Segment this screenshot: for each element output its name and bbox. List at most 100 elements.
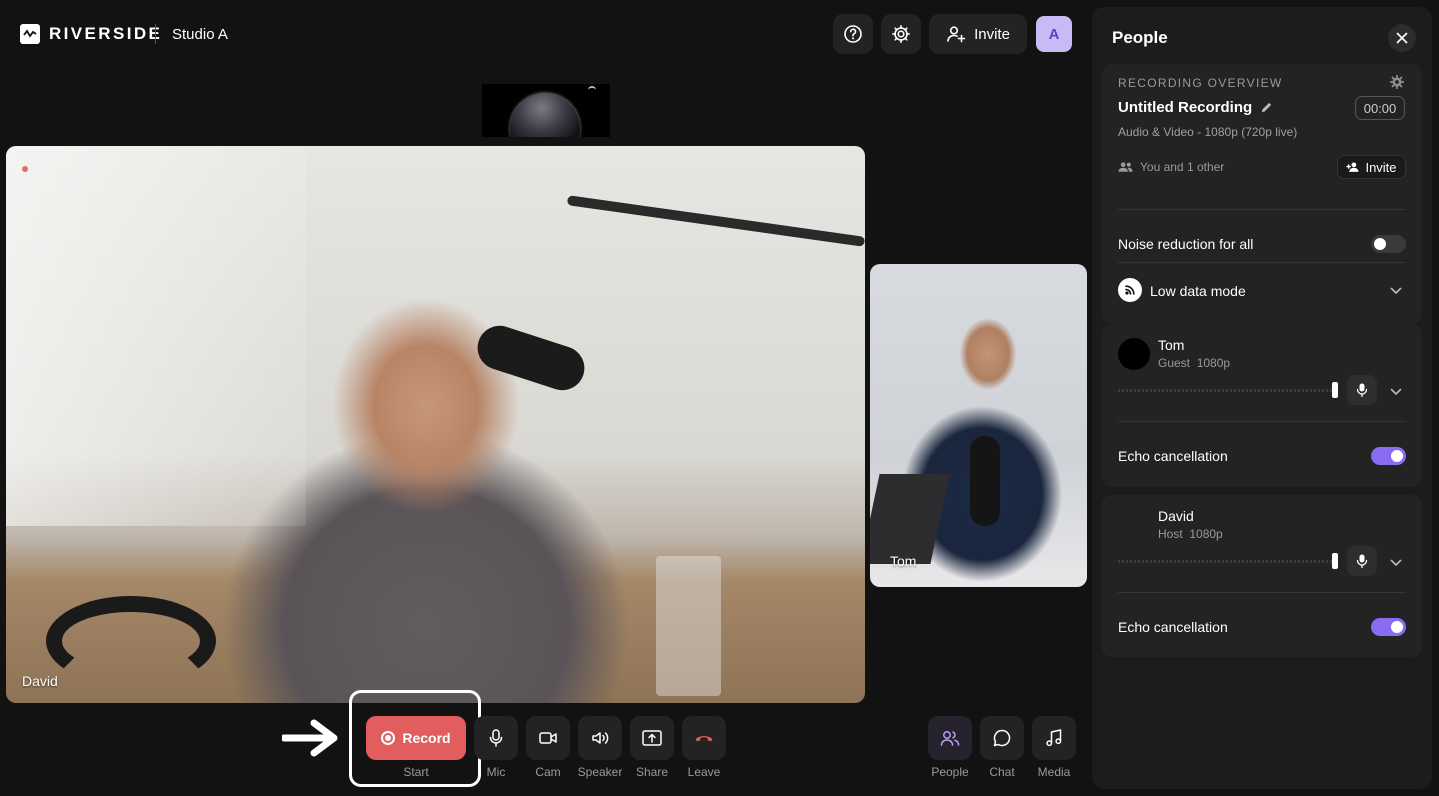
speaker-label: Speaker (577, 765, 623, 779)
participant-quality: 1080p (1196, 356, 1231, 370)
edit-pencil-icon[interactable] (1260, 101, 1273, 114)
overview-settings-icon[interactable] (1390, 75, 1404, 89)
recording-indicator-dot (22, 166, 28, 172)
leave-phone-icon (695, 736, 713, 742)
divider (1118, 421, 1406, 422)
volume-slider[interactable] (1118, 382, 1338, 398)
planet-image (510, 94, 580, 137)
camera-icon (539, 732, 557, 744)
mic-icon (489, 729, 503, 747)
record-caption: Start (403, 765, 429, 779)
glass-image (656, 556, 721, 696)
header-divider (155, 24, 156, 44)
leave-button[interactable] (682, 716, 726, 760)
recording-timer: 00:00 (1355, 96, 1405, 120)
speaker-button[interactable] (578, 716, 622, 760)
participants-count-text: You and 1 other (1140, 160, 1225, 174)
mic-boom-arm (566, 195, 865, 247)
low-data-mode-label[interactable]: Low data mode (1150, 283, 1246, 299)
volume-slider[interactable] (1118, 553, 1338, 569)
people-button[interactable] (928, 716, 972, 760)
mic-label: Mic (486, 765, 506, 779)
studio-name[interactable]: Studio A (172, 26, 228, 43)
guest-microphone-image (970, 436, 1000, 526)
divider (1118, 262, 1406, 263)
add-user-icon (1346, 162, 1359, 172)
close-panel-button[interactable] (1388, 24, 1416, 52)
main-participant-name: David (22, 673, 58, 689)
media-label: Media (1037, 765, 1071, 779)
riverside-logo[interactable]: RIVERSIDE (20, 24, 162, 44)
cam-label: Cam (535, 765, 561, 779)
chat-icon (993, 729, 1011, 747)
record-dot-icon (381, 731, 396, 745)
tablet-image (870, 474, 950, 564)
cam-button[interactable] (526, 716, 570, 760)
people-label: People (931, 765, 969, 779)
chevron-down-icon[interactable] (1390, 388, 1402, 396)
arrow-right-icon (282, 719, 338, 757)
share-screen-icon (642, 730, 662, 746)
mic-icon (1356, 383, 1368, 397)
leave-label: Leave (687, 765, 721, 779)
echo-cancellation-toggle[interactable] (1371, 618, 1406, 636)
noise-reduction-label: Noise reduction for all (1118, 236, 1254, 252)
recording-quality-info: Audio & Video - 1080p (720p live) (1118, 125, 1298, 139)
noise-reduction-toggle[interactable] (1371, 235, 1406, 253)
invite-label: Invite (974, 25, 1010, 43)
chevron-down-icon[interactable] (1390, 559, 1402, 567)
participants-count: You and 1 other (1118, 160, 1224, 174)
help-icon (844, 25, 862, 43)
participant-card-david: David Host 1080p Echo cancellation (1102, 495, 1422, 657)
guest-video-tile[interactable]: Tom (870, 264, 1087, 587)
participant-name: Tom (1158, 337, 1185, 353)
guest-participant-name: Tom (890, 553, 917, 569)
people-panel: People RECORDING OVERVIEW Untitled Recor… (1092, 7, 1432, 789)
echo-cancellation-toggle[interactable] (1371, 447, 1406, 465)
chevron-down-icon[interactable] (1390, 287, 1402, 295)
volume-slider-thumb[interactable] (1332, 382, 1338, 398)
record-button[interactable]: Record (366, 716, 466, 760)
low-data-mode-icon (1118, 278, 1142, 302)
participant-mic-button[interactable] (1347, 375, 1377, 405)
moon-image (588, 86, 596, 94)
panel-invite-button[interactable]: Invite (1337, 155, 1406, 179)
user-avatar[interactable]: A (1036, 16, 1072, 52)
invite-button[interactable]: Invite (929, 14, 1027, 54)
people-icon (940, 731, 960, 746)
mic-button[interactable] (474, 716, 518, 760)
panel-title: People (1112, 28, 1168, 47)
speaker-icon (592, 732, 609, 744)
echo-cancellation-label: Echo cancellation (1118, 619, 1228, 635)
help-button[interactable] (833, 14, 873, 54)
recording-title-text: Untitled Recording (1118, 99, 1253, 116)
headphones-image (46, 596, 216, 686)
recording-overview-heading: RECORDING OVERVIEW (1118, 76, 1283, 90)
settings-button[interactable] (881, 14, 921, 54)
chat-label: Chat (989, 765, 1015, 779)
participant-mic-button[interactable] (1347, 546, 1377, 576)
gear-icon (892, 25, 910, 43)
media-button[interactable] (1032, 716, 1076, 760)
record-label: Record (402, 730, 451, 746)
people-small-icon (1118, 162, 1133, 172)
music-icon (1046, 729, 1062, 747)
logo-text: RIVERSIDE (49, 24, 163, 43)
main-video-tile[interactable]: David (6, 146, 865, 703)
divider (1118, 592, 1406, 593)
recording-overview-card: RECORDING OVERVIEW Untitled Recording 00… (1102, 64, 1422, 324)
chat-button[interactable] (980, 716, 1024, 760)
close-icon (1396, 32, 1408, 44)
microphone-image (471, 320, 591, 396)
recording-title[interactable]: Untitled Recording (1118, 99, 1273, 116)
avatar (1118, 338, 1150, 370)
share-button[interactable] (630, 716, 674, 760)
participant-card-tom: Tom Guest 1080p Echo cancellation (1102, 324, 1422, 487)
logo-mark-icon (20, 24, 40, 44)
volume-slider-thumb[interactable] (1332, 553, 1338, 569)
participant-name: David (1158, 508, 1194, 524)
background-preview-thumbnail[interactable] (482, 84, 610, 137)
window-light (6, 146, 306, 526)
participant-role: Guest (1158, 356, 1191, 370)
divider (1118, 209, 1406, 210)
